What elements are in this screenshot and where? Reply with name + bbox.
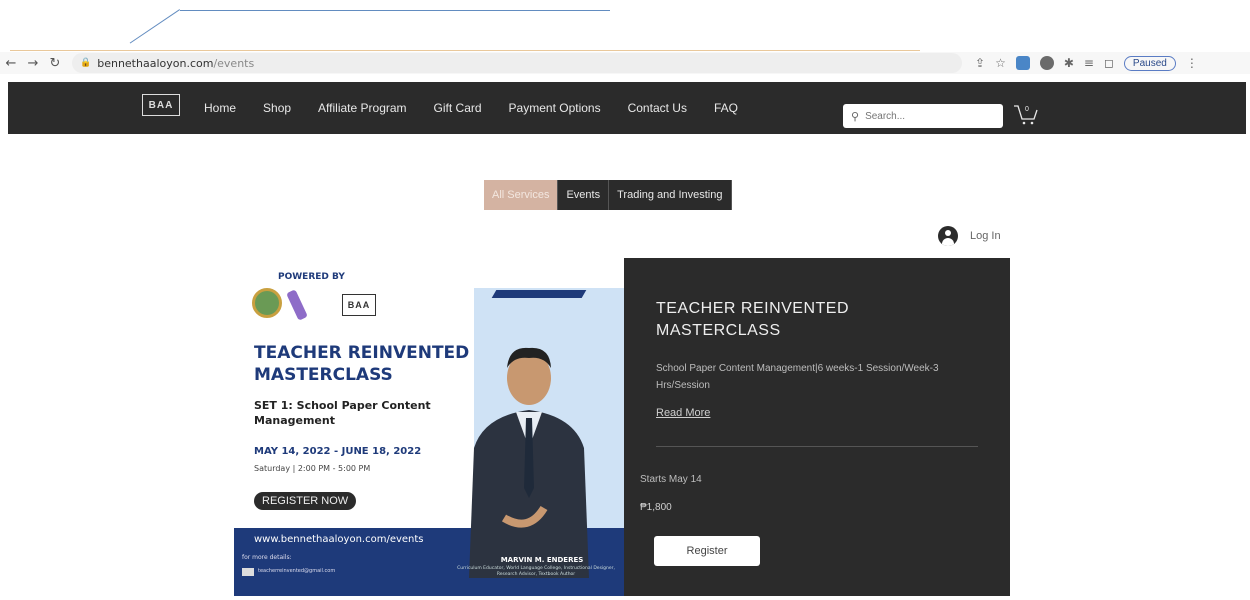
profile-paused-button[interactable]: Paused	[1123, 55, 1176, 71]
speaker-photo	[469, 347, 589, 578]
url-host: bennethaaloyon.com	[97, 56, 214, 70]
event-price: ₱1,800	[640, 502, 672, 513]
poster-baa-logo: BAA	[342, 294, 376, 316]
extension-icon[interactable]	[1039, 56, 1054, 70]
register-button[interactable]: Register	[654, 536, 760, 566]
main-menu: Home Shop Affiliate Program Gift Card Pa…	[204, 82, 738, 134]
search-box: ⚲	[843, 104, 1003, 128]
service-filter-tabs: All Services Events Trading and Investin…	[484, 180, 732, 210]
back-icon[interactable]: ←	[0, 56, 22, 71]
menu-item-home[interactable]: Home	[204, 101, 236, 115]
poster-powered-by: POWERED BY	[278, 272, 345, 282]
poster-title: TEACHER REINVENTED MASTERCLASS	[254, 343, 470, 385]
login-label: Log In	[970, 230, 1001, 242]
poster-email: teacherreinvented@gmail.com	[258, 568, 336, 574]
cart-count: 0	[1025, 106, 1029, 113]
reload-icon[interactable]: ↻	[44, 56, 66, 71]
read-more-link[interactable]: Read More	[656, 407, 710, 419]
poster-stripe	[491, 290, 587, 298]
event-poster-image[interactable]: POWERED BY BAA TEACHER REINVENTED MASTER…	[234, 258, 624, 596]
bookmark-star-icon[interactable]: ☆	[995, 56, 1006, 70]
address-bar[interactable]: 🔒 bennethaaloyon.com/events	[72, 53, 962, 73]
puzzle-extensions-icon[interactable]: ✱	[1064, 56, 1074, 70]
menu-dots-icon[interactable]: ⋮	[1186, 56, 1198, 70]
lock-icon: 🔒	[80, 58, 92, 68]
share-icon[interactable]: ⇪	[975, 56, 985, 70]
mail-icon	[242, 568, 254, 576]
avatar-icon	[938, 226, 958, 246]
browser-toolbar: ← → ↻ 🔒 bennethaaloyon.com/events ⇪ ☆ ✱ …	[0, 52, 1250, 74]
partner-logo	[286, 289, 308, 321]
scan-line	[129, 9, 180, 44]
tab-all-services[interactable]: All Services	[484, 180, 559, 210]
poster-register-badge: REGISTER NOW	[254, 492, 357, 510]
event-description: School Paper Content Management|6 weeks-…	[656, 363, 939, 391]
search-icon: ⚲	[851, 109, 860, 123]
url-path: /events	[213, 56, 255, 70]
search-input[interactable]	[865, 110, 986, 122]
event-card: POWERED BY BAA TEACHER REINVENTED MASTER…	[234, 258, 1010, 596]
forward-icon[interactable]: →	[22, 56, 44, 71]
divider	[656, 446, 978, 447]
scan-line	[180, 10, 610, 11]
reading-list-icon[interactable]: ≡	[1084, 56, 1094, 70]
poster-set: SET 1: School Paper Content Management	[254, 399, 431, 427]
poster-dates: MAY 14, 2022 - JUNE 18, 2022	[254, 446, 422, 457]
poster-url: www.bennethaaloyon.com/events	[254, 534, 424, 545]
cart-icon[interactable]: 0	[1013, 102, 1039, 126]
event-title: TEACHER REINVENTED MASTERCLASS	[656, 300, 850, 339]
menu-item-faq[interactable]: FAQ	[714, 101, 738, 115]
extensions-area: ⇪ ☆ ✱ ≡ ◻ Paused ⋮	[975, 52, 1198, 74]
poster-time: Saturday | 2:00 PM - 5:00 PM	[254, 464, 371, 473]
login-button[interactable]: Log In	[938, 226, 1001, 246]
tab-trading-and-investing[interactable]: Trading and Investing	[609, 180, 732, 210]
menu-item-payment-options[interactable]: Payment Options	[509, 101, 601, 115]
scan-line	[10, 50, 920, 51]
event-start-date: Starts May 14	[640, 474, 702, 485]
site-logo[interactable]: BAA	[142, 94, 180, 116]
menu-item-contact-us[interactable]: Contact Us	[628, 101, 687, 115]
site-header: BAA Home Shop Affiliate Program Gift Car…	[8, 82, 1246, 134]
speaker-role: Curriculum Educator, World Language Coll…	[457, 566, 615, 577]
college-seal-logo	[252, 288, 282, 318]
menu-item-affiliate-program[interactable]: Affiliate Program	[318, 101, 406, 115]
menu-item-gift-card[interactable]: Gift Card	[434, 101, 482, 115]
speaker-name: MARVIN M. ENDERES	[500, 556, 584, 564]
extension-icon[interactable]	[1015, 56, 1030, 70]
tab-events[interactable]: Events	[558, 180, 610, 210]
poster-more-details: for more details:	[242, 554, 292, 561]
side-panel-icon[interactable]: ◻	[1104, 56, 1114, 70]
menu-item-shop[interactable]: Shop	[263, 101, 291, 115]
